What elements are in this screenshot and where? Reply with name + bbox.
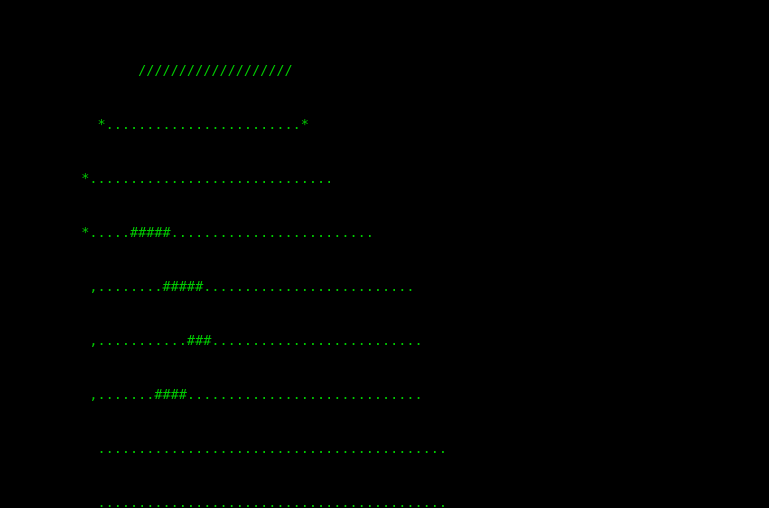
ascii-art-line: ........................................… — [0, 495, 448, 508]
ascii-art-line: *.....#####......................... — [0, 225, 374, 241]
ascii-art-line: ,.......####............................… — [0, 387, 423, 403]
terminal-screen: /////////////////// *...................… — [0, 8, 769, 508]
ascii-art-line: ,........#####.......................... — [0, 279, 415, 295]
ascii-art-line: /////////////////// — [0, 63, 293, 79]
ascii-art-line: ........................................… — [0, 441, 448, 457]
ascii-art-line: *........................* — [0, 117, 309, 133]
ascii-art-line: ,...........###.........................… — [0, 333, 423, 349]
terminal-window[interactable]: /////////////////// *...................… — [0, 0, 769, 508]
ascii-art-line: *.............................. — [0, 171, 334, 187]
